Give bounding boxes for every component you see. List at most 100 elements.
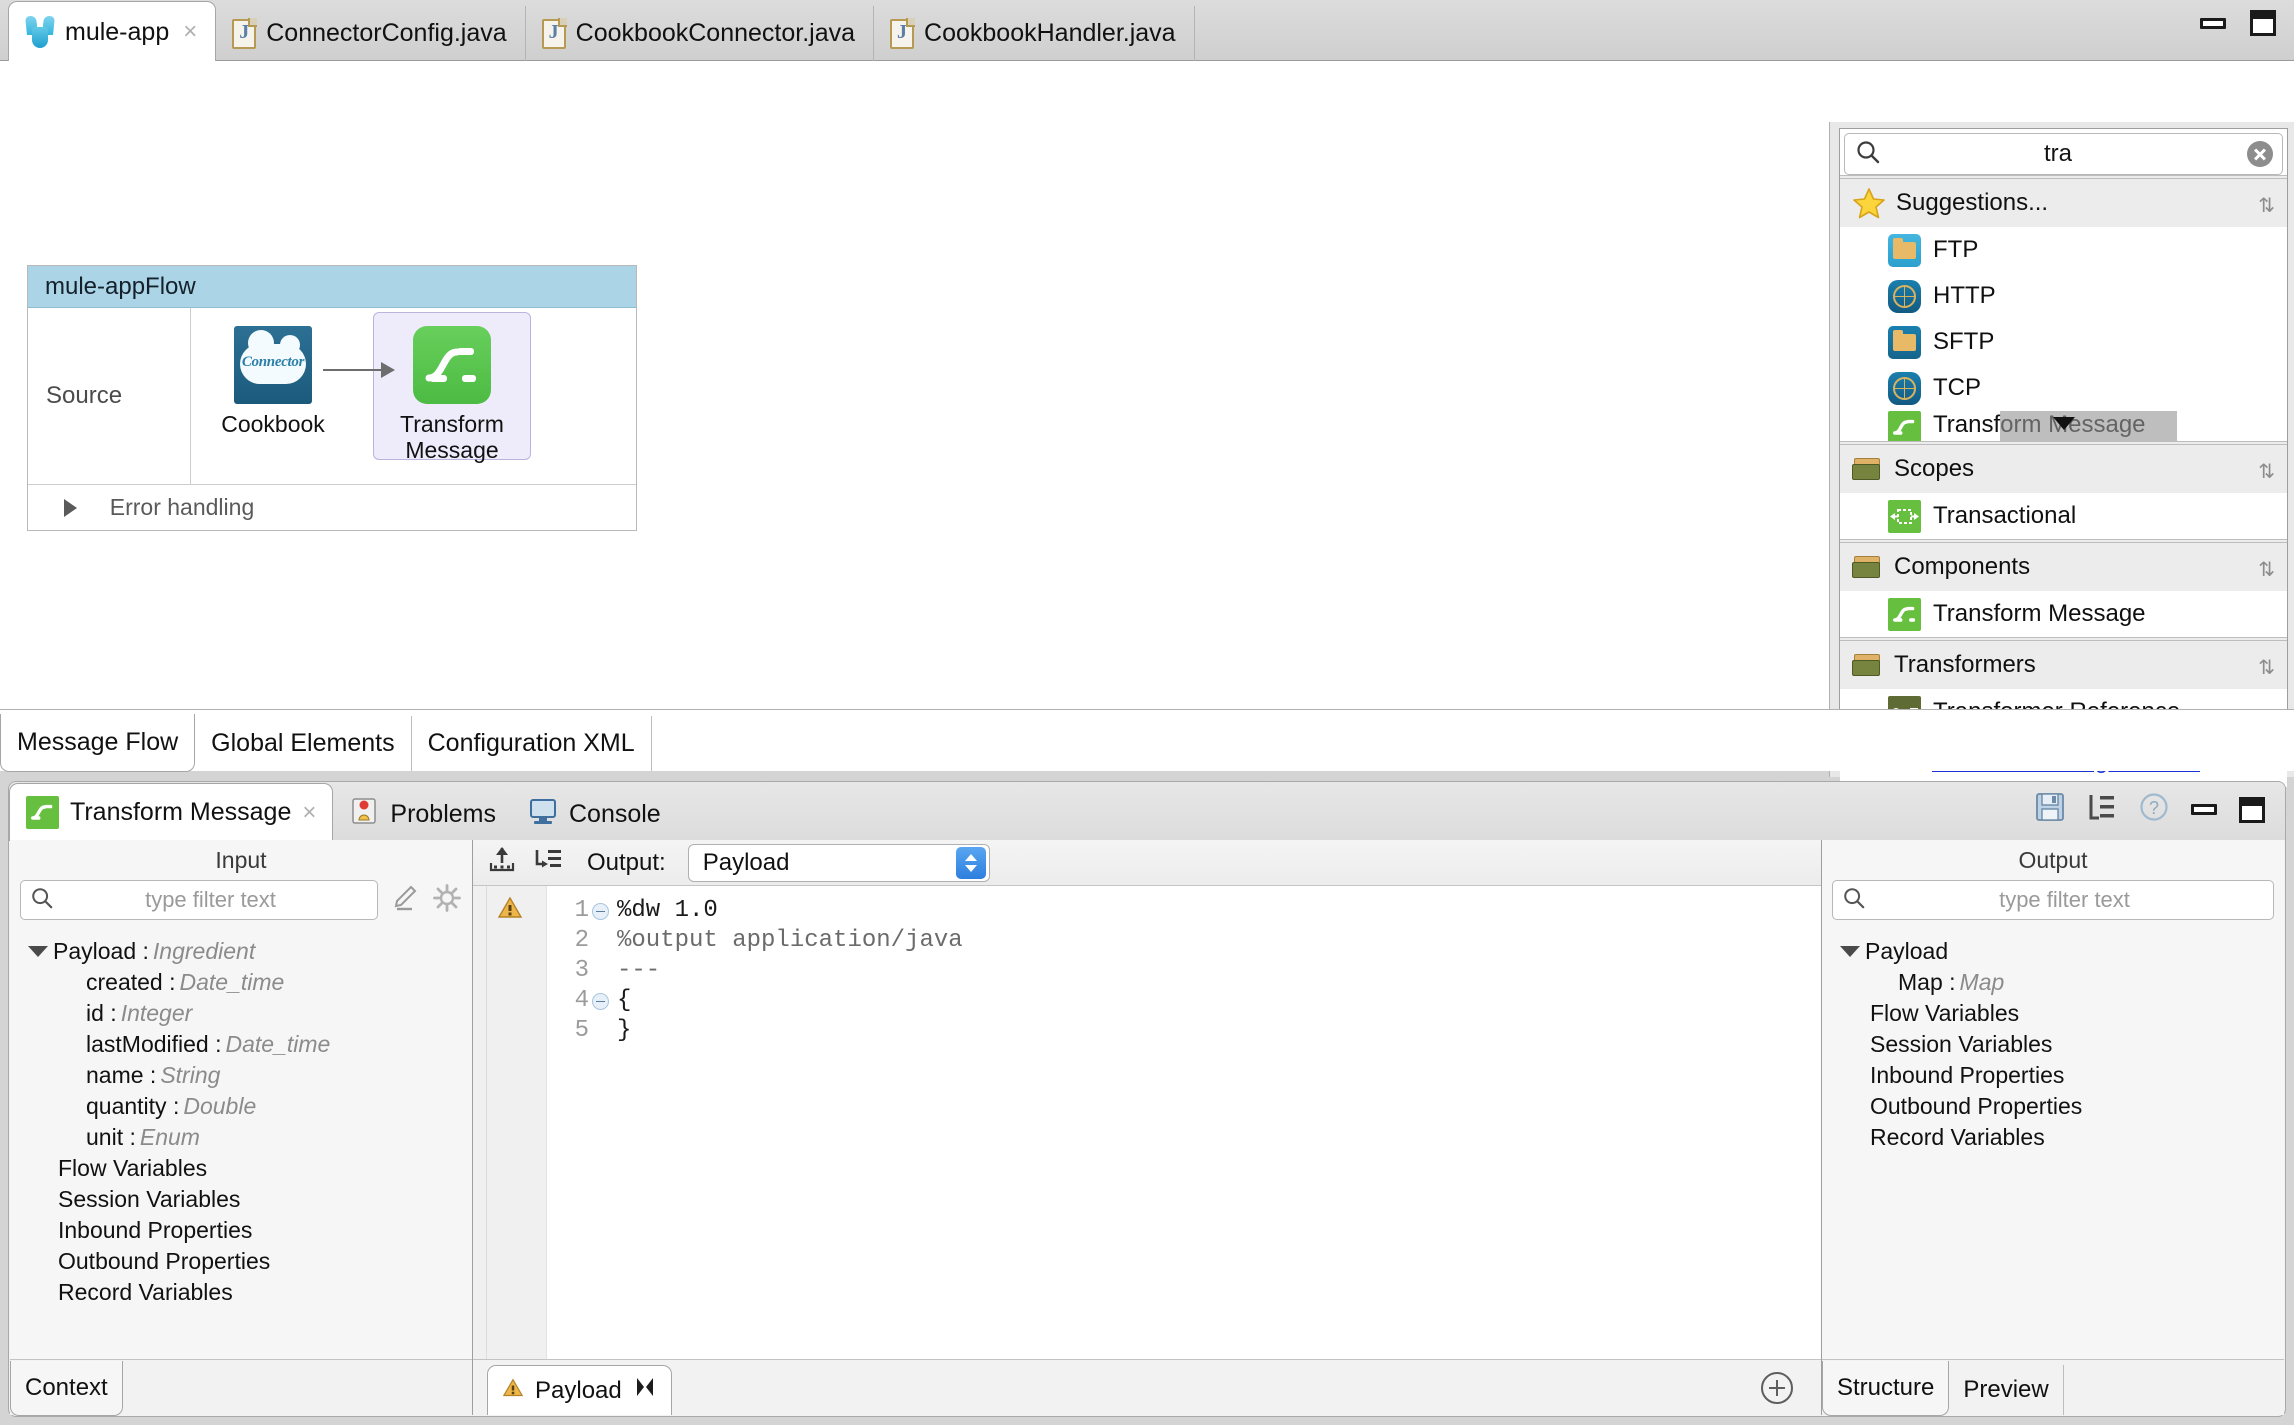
error-handling-label: Error handling <box>109 494 255 520</box>
tree-row-inbound-properties[interactable]: Inbound Properties <box>28 1215 472 1246</box>
editor-tab-connectorconfig[interactable]: J ConnectorConfig.java <box>216 6 526 61</box>
fold-toggle[interactable] <box>589 992 611 1010</box>
pin-icon[interactable]: ⇅ <box>2258 557 2275 582</box>
minimize-icon[interactable] <box>2191 804 2217 815</box>
output-filter-placeholder: type filter text <box>1999 887 2130 912</box>
mapping-tree-icon[interactable] <box>533 845 563 880</box>
tree-row-flow-variables[interactable]: Flow Variables <box>1840 998 2284 1029</box>
tree-row-payload[interactable]: Payload <box>1840 936 2284 967</box>
tree-row-id[interactable]: id : Integer <box>28 998 472 1029</box>
flow-node-transform-message[interactable]: Transform Message <box>387 326 517 464</box>
pin-icon[interactable]: ⇅ <box>2258 193 2275 218</box>
tree-row-lastmodified[interactable]: lastModified : Date_time <box>28 1029 472 1060</box>
palette-group-transformers[interactable]: Transformers ⇅ <box>1840 641 2287 689</box>
palette-item-http[interactable]: HTTP <box>1840 273 2287 319</box>
folder-icon <box>1852 456 1884 482</box>
save-icon[interactable] <box>2035 792 2065 827</box>
line-number: 2 <box>574 927 589 954</box>
chevron-down-icon[interactable] <box>28 946 48 957</box>
tab-preview[interactable]: Preview <box>1949 1365 2064 1415</box>
tab-console[interactable]: Console <box>512 788 677 840</box>
transform-editor-panes: Input type filter text Payload: Ingredi… <box>10 840 2284 1416</box>
flow-canvas[interactable]: mule-appFlow Source Connector Cookbook T… <box>0 61 2294 787</box>
import-icon[interactable] <box>487 845 517 880</box>
error-handling-row[interactable]: Error handling <box>28 484 636 530</box>
close-x-icon[interactable] <box>633 1375 657 1406</box>
tab-global-elements[interactable]: Global Elements <box>195 716 412 771</box>
maximize-icon[interactable] <box>2250 10 2276 36</box>
edit-pencil-icon[interactable] <box>390 883 420 918</box>
tree-row-inbound-properties[interactable]: Inbound Properties <box>1840 1060 2284 1091</box>
editor-scrollbar[interactable] <box>473 886 487 1359</box>
tree-row-map[interactable]: Map : Map <box>1840 967 2284 998</box>
tree-row-record-variables[interactable]: Record Variables <box>1840 1122 2284 1153</box>
tree-label: Payload <box>1865 938 1949 964</box>
pin-icon[interactable]: ⇅ <box>2258 459 2275 484</box>
expand-triangle-icon[interactable] <box>64 498 77 517</box>
palette-item-ftp[interactable]: FTP <box>1840 227 2287 273</box>
editor-lines[interactable]: 1 %dw 1.0 2 %output application/java 3 -… <box>547 886 1821 1359</box>
tree-row-record-variables[interactable]: Record Variables <box>28 1277 472 1308</box>
tab-transform-message[interactable]: Transform Message × <box>9 783 334 841</box>
tab-structure[interactable]: Structure <box>1822 1361 1950 1416</box>
palette-search-input[interactable]: tra <box>1844 133 2283 175</box>
tab-payload-output[interactable]: Payload <box>487 1365 672 1415</box>
editor-tab-cookbookhandler[interactable]: J CookbookHandler.java <box>874 6 1195 61</box>
fold-toggle[interactable] <box>589 902 611 920</box>
tree-row-outbound-properties[interactable]: Outbound Properties <box>28 1246 472 1277</box>
output-tree[interactable]: Payload Map : Map Flow Variables Session… <box>1822 920 2284 1153</box>
output-filter-field[interactable]: type filter text <box>1832 880 2274 920</box>
minimize-icon[interactable] <box>2200 17 2226 29</box>
editor-tab-mule-app[interactable]: mule-app × <box>8 1 217 62</box>
tab-context[interactable]: Context <box>10 1361 123 1416</box>
chevron-down-icon[interactable] <box>2052 417 2075 430</box>
outline-icon[interactable] <box>2087 792 2117 827</box>
console-icon <box>528 796 558 833</box>
tree-label: created <box>86 969 163 995</box>
clear-search-icon[interactable] <box>2247 141 2273 167</box>
chevron-updown-icon[interactable] <box>955 846 986 879</box>
input-tree[interactable]: Payload : Ingredient created : Date_time… <box>10 920 472 1308</box>
add-mapping-button[interactable] <box>1761 1372 1793 1404</box>
palette-group-components[interactable]: Components ⇅ <box>1840 543 2287 591</box>
dataweave-editor-pane: Output: Payload 1 %dw 1.0 2 %output appl… <box>473 840 1821 1415</box>
editor-gutter[interactable] <box>487 886 547 1359</box>
palette-item-tcp[interactable]: TCP <box>1840 365 2287 411</box>
output-select[interactable]: Payload <box>687 843 990 882</box>
palette-group-scopes[interactable]: Scopes ⇅ <box>1840 445 2287 493</box>
tab-configuration-xml[interactable]: Configuration XML <box>412 716 652 771</box>
tab-problems[interactable]: Problems <box>333 788 512 840</box>
tree-row-session-variables[interactable]: Session Variables <box>1840 1029 2284 1060</box>
maximize-icon[interactable] <box>2239 796 2265 823</box>
transform-message-icon <box>1888 597 1921 631</box>
java-file-icon: J <box>890 17 916 49</box>
input-filter-field[interactable]: type filter text <box>20 880 378 920</box>
dataweave-code-area[interactable]: 1 %dw 1.0 2 %output application/java 3 -… <box>473 886 1821 1359</box>
output-pane-title: Output <box>2018 846 2088 873</box>
palette-item-transform-message[interactable]: Transform Message <box>1840 591 2287 637</box>
palette-item-transactional[interactable]: Transactional <box>1840 493 2287 539</box>
tree-row-outbound-properties[interactable]: Outbound Properties <box>1840 1091 2284 1122</box>
palette-group-suggestions[interactable]: Suggestions... ⇅ <box>1840 179 2287 227</box>
flow-node-cookbook[interactable]: Connector Cookbook <box>218 326 328 438</box>
palette-item-transform-message-clipped[interactable]: Transform Message <box>1840 411 2287 441</box>
tab-message-flow[interactable]: Message Flow <box>0 714 196 772</box>
editor-tab-close-icon[interactable]: × <box>183 18 197 46</box>
tree-row-created[interactable]: created : Date_time <box>28 967 472 998</box>
palette-item-sftp[interactable]: SFTP <box>1840 319 2287 365</box>
editor-tab-cookbookconnector[interactable]: J CookbookConnector.java <box>526 6 875 61</box>
palette-item-label: HTTP <box>1933 282 1996 309</box>
gear-icon[interactable] <box>432 883 462 918</box>
palette-search-value: tra <box>2043 140 2072 167</box>
tree-row-payload[interactable]: Payload : Ingredient <box>28 936 472 967</box>
tree-row-quantity[interactable]: quantity : Double <box>28 1091 472 1122</box>
tab-close-icon[interactable]: × <box>302 799 316 827</box>
pin-icon[interactable]: ⇅ <box>2258 655 2275 680</box>
chevron-down-icon[interactable] <box>1840 946 1860 957</box>
tree-row-name[interactable]: name : String <box>28 1060 472 1091</box>
tree-type: Date_time <box>225 1031 331 1057</box>
tree-row-session-variables[interactable]: Session Variables <box>28 1184 472 1215</box>
tree-row-flow-variables[interactable]: Flow Variables <box>28 1153 472 1184</box>
help-icon[interactable]: ? <box>2139 792 2169 827</box>
tree-row-unit[interactable]: unit : Enum <box>28 1122 472 1153</box>
